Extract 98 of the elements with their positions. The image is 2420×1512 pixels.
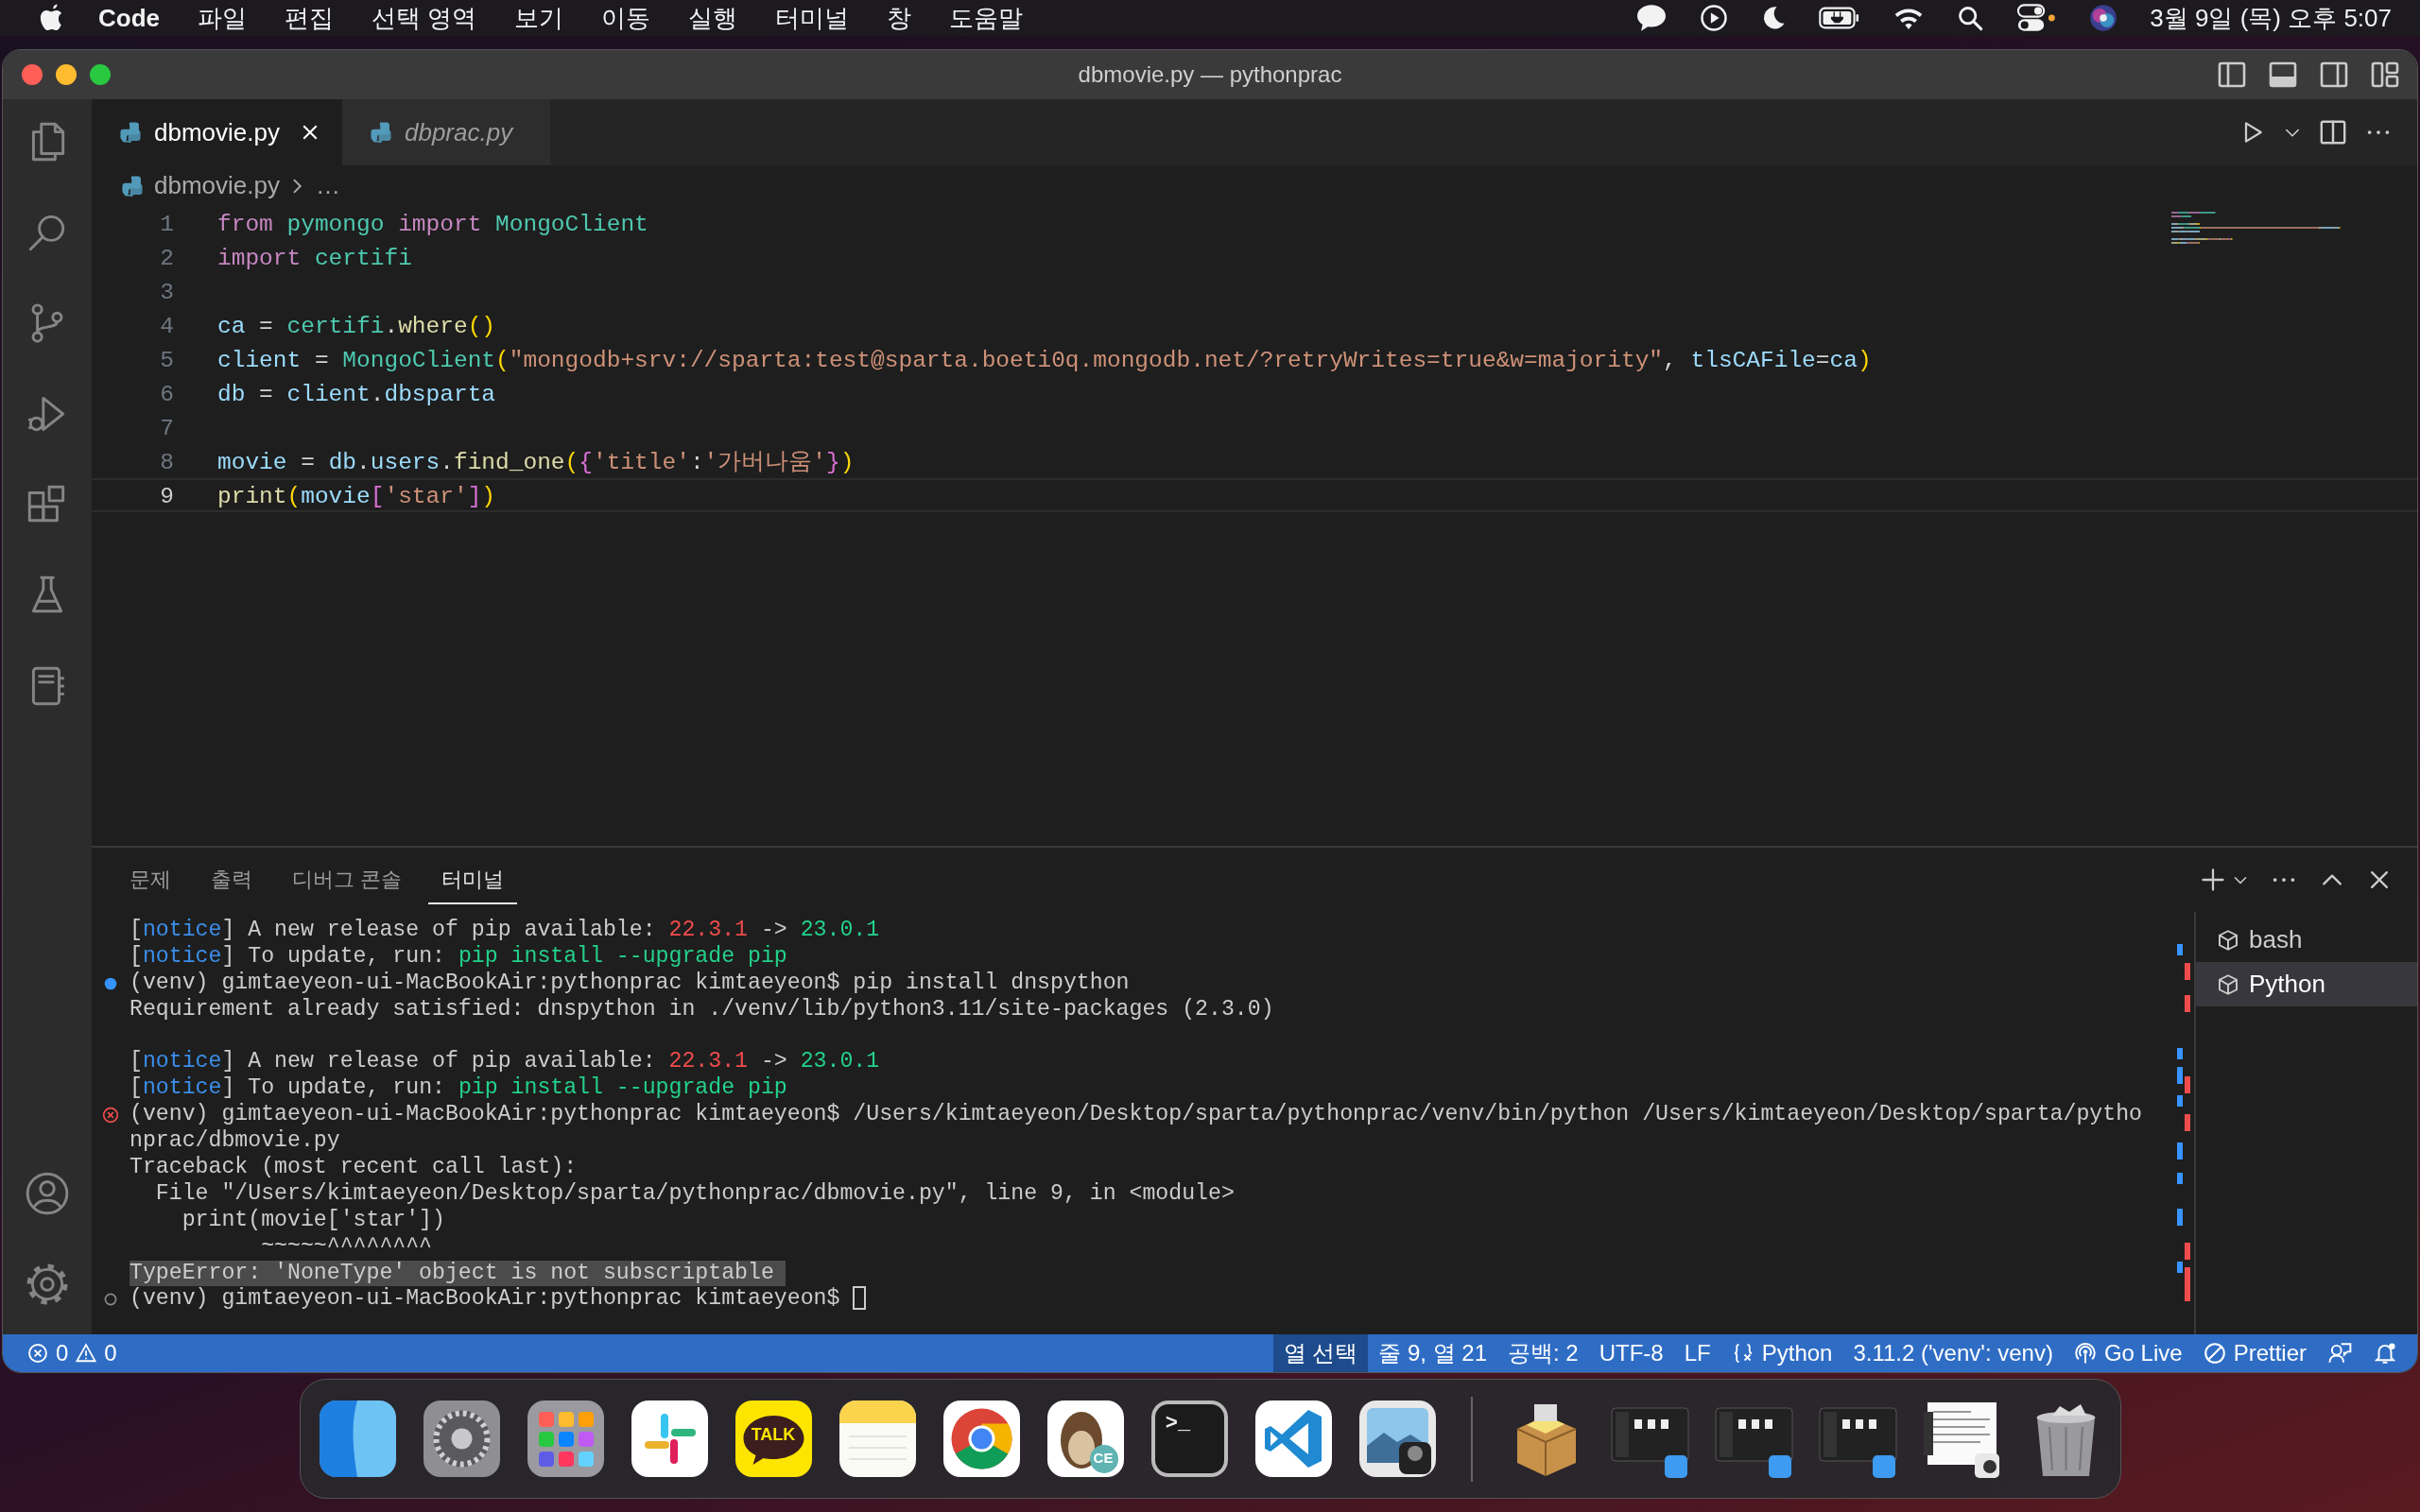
speech-bubble-app-icon[interactable]: TALK bbox=[733, 1399, 814, 1479]
status-item[interactable]: Python bbox=[1720, 1334, 1843, 1372]
line-number: 2 bbox=[159, 245, 174, 272]
line-number: 9 bbox=[159, 483, 174, 510]
menu-item[interactable]: 이동 bbox=[582, 2, 670, 34]
control-toggles-icon[interactable] bbox=[2015, 4, 2058, 32]
search-icon[interactable] bbox=[1957, 5, 1984, 31]
status-item[interactable]: 줄 9, 열 21 bbox=[1368, 1334, 1497, 1372]
play-circle-icon[interactable] bbox=[1700, 4, 1729, 32]
line-number: 7 bbox=[159, 415, 174, 442]
speech-bubble-icon[interactable] bbox=[1635, 4, 1668, 32]
layout-grid-icon[interactable] bbox=[2370, 60, 2400, 90]
panel-tab[interactable]: 문제 bbox=[116, 855, 184, 904]
terminal-line: print(movie['star']) bbox=[181, 1207, 445, 1234]
terminal-line: [notice] To update, run: pip install --upgrade pip bbox=[130, 943, 787, 971]
status-item[interactable]: Go Live bbox=[2063, 1334, 2193, 1372]
code-line: ca = certifi.where() bbox=[216, 313, 496, 340]
status-item[interactable]: 공백: 2 bbox=[1497, 1334, 1589, 1372]
status-item[interactable]: LF bbox=[1673, 1334, 1721, 1372]
terminal-list-item[interactable]: bash bbox=[2196, 918, 2417, 962]
prohibited-icon bbox=[2203, 1342, 2226, 1365]
status-item[interactable]: Prettier bbox=[2192, 1334, 2317, 1372]
menu-item[interactable]: 창 bbox=[868, 2, 931, 34]
status-item[interactable]: 열 선택 bbox=[1272, 1334, 1369, 1372]
line-number: 8 bbox=[159, 449, 174, 476]
terminal-line: (venv) gimtaeyeon-ui-MacBookAir:pythonprac kimtaeyeon$ pip install dnspython bbox=[130, 970, 1130, 997]
terminal-line: (venv) gimtaeyeon-ui-MacBookAir:pythonprac kimtaeyeon$ bbox=[130, 1286, 841, 1314]
panel-tab[interactable]: 터미널 bbox=[428, 855, 518, 904]
line-number: 6 bbox=[159, 381, 174, 408]
terminal-line: [notice] A new release of pip available: 22.3.1 -> 23.0.1 bbox=[130, 918, 880, 944]
error-icon bbox=[27, 1343, 48, 1364]
code-line: import certifi bbox=[216, 245, 412, 272]
broadcast-icon bbox=[2073, 1342, 2097, 1365]
menu-item[interactable]: 실행 bbox=[669, 2, 757, 34]
selected-terminal-text: TypeError: 'NoneType' object is not subscriptable bbox=[130, 1260, 786, 1287]
terminal-line: nprac/dbmovie.py bbox=[130, 1128, 340, 1155]
plus-icon[interactable] bbox=[2200, 867, 2226, 893]
menu-item[interactable]: 파일 bbox=[179, 2, 266, 34]
breadcrumb-item[interactable]: dbmovie.py bbox=[154, 167, 280, 204]
terminal-line: Requirement already satisfied: dnspython in ./venv/lib/python3.11/site-packages (2.3.0) bbox=[130, 996, 1274, 1023]
terminal-line: File "/Users/kimtaeyeon/Desktop/sparta/pythonprac/dbmovie.py", line 9, in <module> bbox=[154, 1180, 1235, 1208]
line-number: 4 bbox=[159, 313, 174, 340]
account-icon[interactable] bbox=[24, 1170, 71, 1217]
status-item[interactable]: UTF-8 bbox=[1588, 1334, 1674, 1372]
orb-icon[interactable] bbox=[2089, 4, 2118, 32]
menu-item[interactable]: 보기 bbox=[495, 2, 583, 34]
close-window-button[interactable] bbox=[22, 64, 43, 85]
panel-tab[interactable]: 디버그 콘솔 bbox=[279, 855, 416, 904]
minimize-window-button[interactable] bbox=[56, 64, 77, 85]
line-number: 1 bbox=[159, 211, 174, 238]
line-number: 5 bbox=[159, 347, 174, 374]
ribbon-app-icon[interactable] bbox=[1253, 1399, 1334, 1479]
person-chat-icon bbox=[2327, 1341, 2352, 1366]
file-type-icon bbox=[120, 173, 145, 198]
ring-app-icon[interactable] bbox=[941, 1399, 1022, 1479]
terminal-line: [notice] A new release of pip available: 22.3.1 -> 23.0.1 bbox=[130, 1049, 880, 1076]
app-menu[interactable]: Code bbox=[79, 2, 179, 34]
editor-tab[interactable]: dbmovie.py bbox=[92, 99, 342, 165]
window-title: dbmovie.py — pythonprac bbox=[1078, 61, 1342, 87]
code-line: from pymongo import MongoClient bbox=[216, 211, 648, 238]
menu-item[interactable]: 터미널 bbox=[756, 2, 869, 34]
file-type-icon bbox=[368, 120, 393, 145]
code-line: print(movie['star']) bbox=[216, 483, 496, 510]
problems-button[interactable]: 0 0 bbox=[3, 1334, 128, 1372]
file-type-icon bbox=[118, 120, 143, 145]
menu-item[interactable]: 편집 bbox=[266, 2, 353, 34]
sidebar-layout-icon[interactable] bbox=[2217, 60, 2247, 90]
gear-app-icon[interactable] bbox=[421, 1399, 502, 1479]
terminal-line: (venv) gimtaeyeon-ui-MacBookAir:pythonprac kimtaeyeon$ /Users/kimtaeyeon/Desktop/sparta/pythonprac/venv/bin/python /Users/kimtaeyeon/Desktop/sparta/pytho bbox=[130, 1102, 2142, 1129]
status-item[interactable]: 3.11.2 ('venv': venv) bbox=[1842, 1334, 2064, 1372]
menu-item[interactable]: 도움말 bbox=[930, 2, 1043, 34]
zoom-window-button[interactable] bbox=[90, 64, 111, 85]
terminal-list-item[interactable]: Python bbox=[2196, 962, 2417, 1006]
terminal-line: [notice] To update, run: pip install --upgrade pip bbox=[130, 1075, 787, 1103]
menu-item[interactable]: 선택 영역 bbox=[353, 2, 496, 34]
notepad-app-icon[interactable] bbox=[837, 1399, 918, 1479]
line-number: 3 bbox=[159, 279, 174, 306]
battery-icon[interactable] bbox=[1819, 5, 1861, 31]
code-line: client = MongoClient("mongodb+srv://sparta:test@sparta.boeti0q.mongodb.net/?retryWrites=true&w=majority", tlsCAFile=ca) bbox=[216, 347, 1872, 374]
terminal-app-icon[interactable]: >_ bbox=[1149, 1399, 1230, 1479]
split-editor-icon[interactable] bbox=[2319, 118, 2347, 146]
code-line: movie = db.users.find_one({'title':'가버나움'}) bbox=[216, 449, 855, 476]
code-line: db = client.dbsparta bbox=[216, 381, 496, 408]
pinwheel-app-icon[interactable] bbox=[629, 1399, 710, 1479]
cube-icon bbox=[2217, 972, 2239, 996]
bell-icon bbox=[2373, 1341, 2397, 1366]
editor-tab[interactable]: dbprac.py bbox=[341, 99, 551, 165]
secondary-sidebar-icon[interactable] bbox=[2319, 60, 2349, 90]
warning-icon bbox=[76, 1343, 97, 1364]
panel-tab[interactable]: 출력 bbox=[198, 855, 266, 904]
breadcrumb-item[interactable]: … bbox=[315, 167, 340, 204]
panel-layout-icon[interactable] bbox=[2268, 60, 2298, 90]
cube-icon bbox=[2217, 928, 2239, 952]
terminal-line: ~~~~~^^^^^^^^ bbox=[260, 1233, 433, 1261]
terminal-line: Traceback (most recent call last): bbox=[130, 1155, 578, 1181]
grid-app-icon[interactable] bbox=[525, 1399, 606, 1479]
clock[interactable]: 3월 9일 (목) 오후 5:07 bbox=[2150, 0, 2392, 37]
photo-app-icon[interactable] bbox=[1357, 1399, 1438, 1479]
